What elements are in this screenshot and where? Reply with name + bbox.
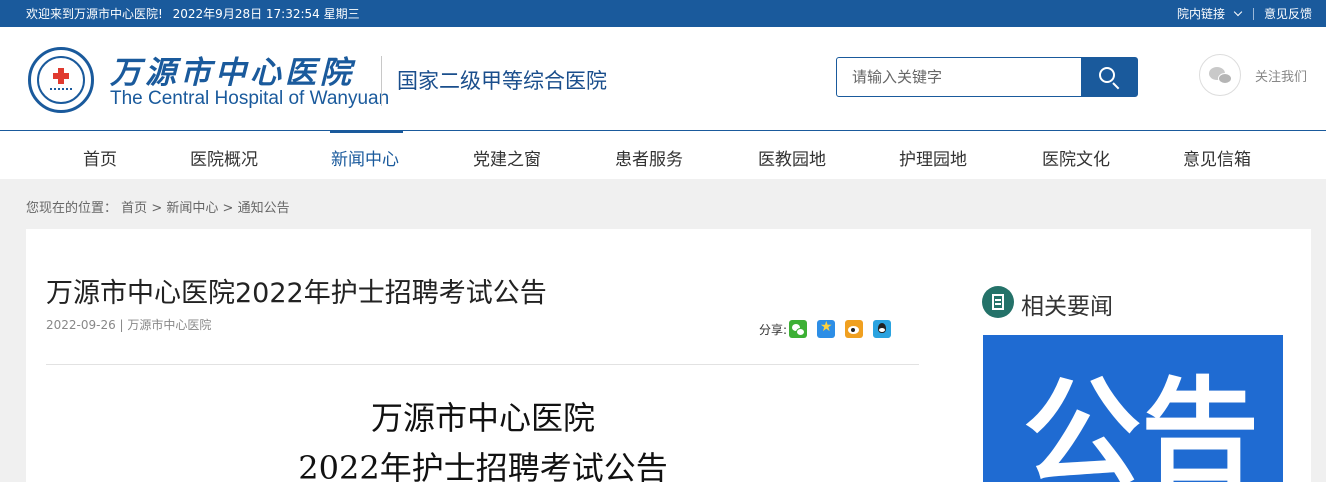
- weibo-icon[interactable]: [845, 320, 864, 338]
- logo-decoration: [50, 88, 72, 92]
- main-nav: 首页 医院概况 新闻中心 党建之窗 患者服务 医教园地 护理园地 医院文化 意见…: [0, 130, 1326, 179]
- intranet-link[interactable]: 院内链接: [1177, 5, 1225, 22]
- nav-item-patient-service[interactable]: 患者服务: [615, 145, 683, 170]
- breadcrumb: 您现在的位置： 首页 > 新闻中心 > 通知公告: [26, 197, 290, 216]
- wechat-icon[interactable]: [789, 320, 808, 338]
- nav-item-home[interactable]: 首页: [83, 145, 117, 170]
- hospital-name-cn[interactable]: 万源市中心医院: [110, 47, 355, 92]
- hospital-name-en[interactable]: The Central Hospital of Wanyuan: [110, 88, 389, 110]
- top-bar: 欢迎来到万源市中心医院! 2022年9月28日 17:32:54 星期三 院内链…: [0, 0, 1326, 27]
- top-links: 院内链接 意见反馈: [1177, 5, 1312, 22]
- share-bar: 分享:: [759, 319, 892, 338]
- nav-item-culture[interactable]: 医院文化: [1042, 145, 1110, 170]
- chevron-down-icon[interactable]: [1233, 7, 1243, 17]
- search-icon: [1099, 67, 1115, 83]
- divider: [1252, 7, 1254, 20]
- active-tab-indicator: [330, 130, 403, 133]
- article-heading-line1: 万源市中心医院: [370, 399, 595, 437]
- search-input[interactable]: [837, 58, 1081, 96]
- wechat-icon[interactable]: [1199, 54, 1241, 96]
- nav-item-overview[interactable]: 医院概况: [190, 145, 258, 170]
- feedback-link[interactable]: 意见反馈: [1264, 5, 1312, 22]
- document-icon: [982, 286, 1014, 318]
- breadcrumb-separator: >: [222, 201, 234, 216]
- breadcrumb-notice[interactable]: 通知公告: [238, 201, 290, 216]
- share-label: 分享:: [759, 322, 788, 337]
- article-heading-line2: 2022年护士招聘考试公告: [298, 449, 668, 482]
- article-title: 万源市中心医院2022年护士招聘考试公告: [46, 278, 547, 309]
- breadcrumb-prefix: 您现在的位置：: [26, 201, 118, 216]
- breadcrumb-separator: >: [151, 201, 163, 216]
- nav-item-news[interactable]: 新闻中心: [331, 145, 399, 170]
- search-icon-handle: [1112, 82, 1120, 90]
- site-header: 万源市中心医院 The Central Hospital of Wanyuan …: [0, 27, 1326, 131]
- search-box: [836, 57, 1138, 97]
- current-datetime: 2022年9月28日 17:32:54 星期三: [172, 7, 360, 21]
- medical-cross-icon: [53, 68, 69, 84]
- nav-item-education[interactable]: 医教园地: [758, 145, 826, 170]
- welcome-message: 欢迎来到万源市中心医院!: [26, 7, 163, 21]
- notice-image-text: 公告: [1023, 365, 1260, 482]
- document-icon-shape: [992, 294, 1004, 310]
- hospital-logo-icon[interactable]: [28, 47, 94, 113]
- nav-item-mailbox[interactable]: 意见信箱: [1183, 145, 1251, 170]
- nav-item-party[interactable]: 党建之窗: [473, 145, 541, 170]
- divider: [46, 364, 919, 365]
- welcome-text: 欢迎来到万源市中心医院! 2022年9月28日 17:32:54 星期三: [26, 5, 366, 22]
- qq-icon[interactable]: [873, 320, 892, 338]
- related-news-title: 相关要闻: [1021, 294, 1113, 320]
- search-button[interactable]: [1081, 58, 1137, 96]
- notice-image[interactable]: 公告: [983, 335, 1283, 482]
- divider: [381, 56, 382, 106]
- follow-us-link[interactable]: 关注我们: [1255, 66, 1307, 85]
- nav-item-nursing[interactable]: 护理园地: [899, 145, 967, 170]
- breadcrumb-news[interactable]: 新闻中心: [166, 201, 218, 216]
- wechat-bubble: [1218, 73, 1232, 84]
- article-meta: 2022-09-26 | 万源市中心医院: [46, 318, 212, 332]
- breadcrumb-home[interactable]: 首页: [121, 201, 147, 216]
- qzone-icon[interactable]: [817, 319, 836, 338]
- hospital-grade: 国家二级甲等综合医院: [397, 69, 607, 93]
